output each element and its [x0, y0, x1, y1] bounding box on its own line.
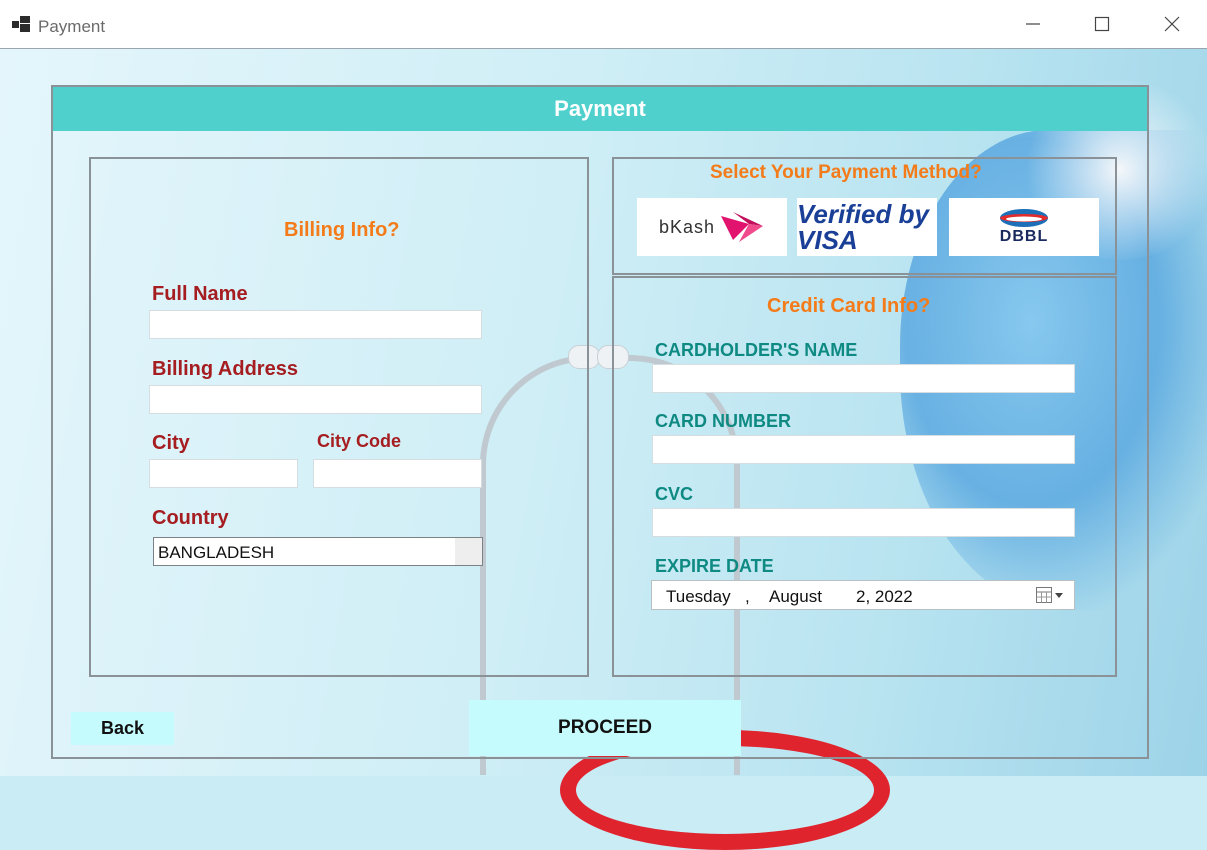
window-title: Payment — [38, 17, 106, 36]
city-code-input[interactable] — [313, 459, 482, 488]
full-name-label: Full Name — [152, 283, 248, 305]
credit-card-group — [612, 276, 1117, 677]
dbbl-logo-text: DBBL — [999, 228, 1049, 245]
billing-address-input[interactable] — [149, 385, 482, 414]
city-label: City — [152, 432, 190, 454]
country-label: Country — [152, 507, 229, 529]
country-select[interactable]: BANGLADESH — [153, 537, 483, 566]
cardholder-name-label: CARDHOLDER'S NAME — [655, 340, 858, 360]
country-value: BANGLADESH — [158, 543, 275, 562]
card-number-label: CARD NUMBER — [655, 411, 791, 431]
minimize-icon — [1026, 23, 1040, 25]
minimize-button[interactable] — [1010, 8, 1056, 40]
billing-address-label: Billing Address — [152, 358, 298, 380]
dbbl-option[interactable]: DBBL — [949, 198, 1099, 256]
country-dropdown-button[interactable] — [455, 538, 482, 565]
expire-separator: , — [745, 587, 750, 606]
back-button[interactable]: Back — [71, 712, 174, 745]
full-name-input[interactable] — [149, 310, 482, 339]
visa-option[interactable]: Verified by VISA — [797, 198, 937, 256]
cardholder-name-input[interactable] — [652, 364, 1075, 393]
close-button[interactable] — [1149, 8, 1195, 40]
maximize-button[interactable] — [1079, 8, 1125, 40]
card-number-input[interactable] — [652, 435, 1075, 464]
bkash-bird-icon — [721, 212, 764, 242]
payment-method-heading: Select Your Payment Method? — [710, 162, 982, 183]
maximize-icon — [1094, 16, 1110, 32]
billing-heading: Billing Info? — [284, 219, 400, 241]
expire-weekday: Tuesday — [666, 587, 731, 606]
close-icon — [1164, 16, 1180, 32]
page-title: Payment — [53, 87, 1147, 131]
cvc-input[interactable] — [652, 508, 1075, 537]
calendar-icon[interactable] — [1036, 587, 1064, 604]
expire-month: August — [769, 587, 822, 606]
visa-logo-text: Verified by VISA — [797, 199, 929, 255]
credit-card-heading: Credit Card Info? — [767, 295, 931, 317]
bkash-logo-text: bKash — [658, 216, 716, 237]
app-icon — [12, 16, 30, 32]
dbbl-globe-icon — [1000, 209, 1048, 227]
cvc-label: CVC — [655, 484, 694, 504]
proceed-button[interactable]: PROCEED — [469, 700, 741, 756]
expire-date-label: EXPIRE DATE — [655, 556, 774, 576]
city-input[interactable] — [149, 459, 298, 488]
bkash-option[interactable]: bKash — [637, 198, 787, 256]
expire-day-year: 2, 2022 — [856, 587, 913, 606]
city-code-label: City Code — [317, 431, 402, 451]
expire-date-picker[interactable]: Tuesday , August 2, 2022 — [651, 580, 1075, 610]
